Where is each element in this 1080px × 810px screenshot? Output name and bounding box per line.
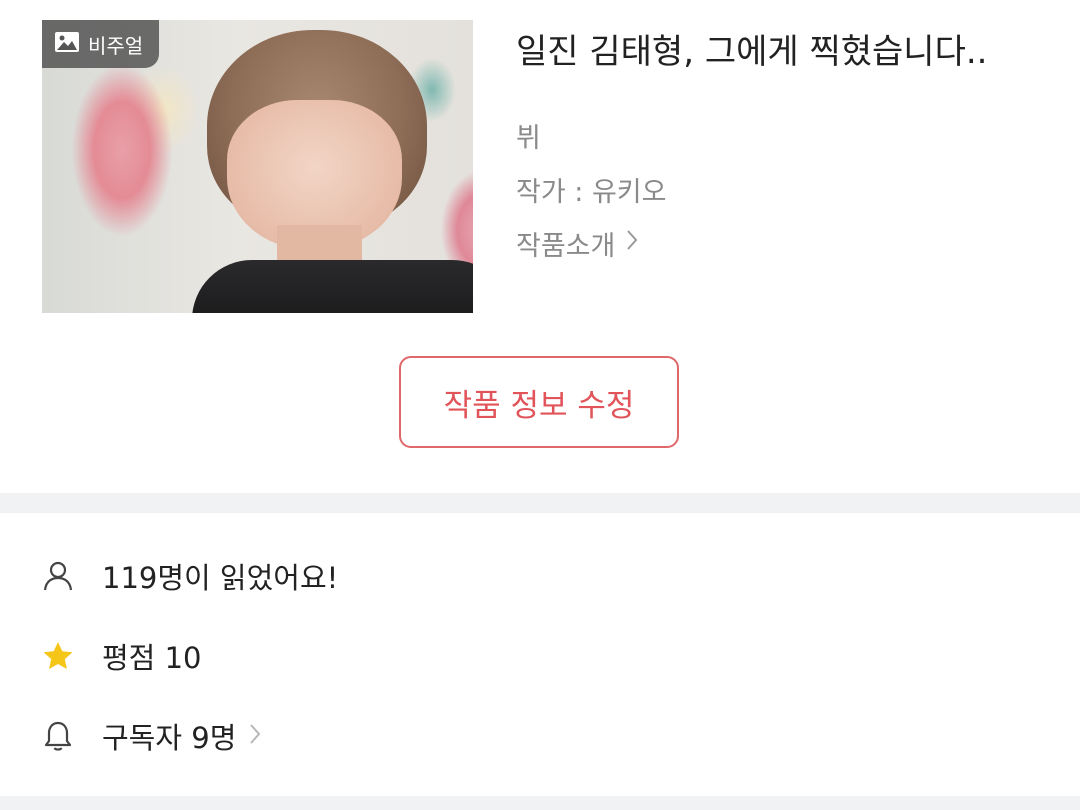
visual-badge: 비주얼 (42, 20, 160, 68)
bottom-divider (0, 796, 1080, 810)
work-title: 일진 김태형, 그에게 찍혔습니다.. (516, 32, 988, 72)
visual-badge-label: 비주얼 (88, 33, 144, 58)
work-author: 작가 : 유키오 (516, 177, 667, 208)
person-icon (42, 560, 74, 592)
image-icon (54, 31, 80, 58)
chevron-right-icon (625, 228, 639, 259)
subscribers-count: 구독자 9명 (102, 721, 237, 755)
cover-image[interactable]: 비주얼 (42, 20, 473, 313)
subscribers-row[interactable]: 구독자 9명 (42, 716, 262, 756)
work-tag: 뷔 (516, 123, 541, 154)
star-icon (42, 640, 74, 672)
readers-count: 119명이 읽었어요! (102, 561, 339, 595)
rating-value: 평점 10 (102, 641, 202, 675)
work-intro-label: 작품소개 (516, 231, 616, 262)
edit-work-info-button[interactable]: 작품 정보 수정 (399, 356, 679, 448)
cover-illustration-jacket (192, 260, 473, 313)
readers-row: 119명이 읽었어요! (42, 556, 338, 596)
section-divider (0, 493, 1080, 513)
work-intro-link[interactable]: 작품소개 (516, 224, 639, 263)
rating-row: 평점 10 (42, 636, 201, 676)
bell-icon (42, 720, 74, 752)
chevron-right-icon (248, 719, 262, 753)
